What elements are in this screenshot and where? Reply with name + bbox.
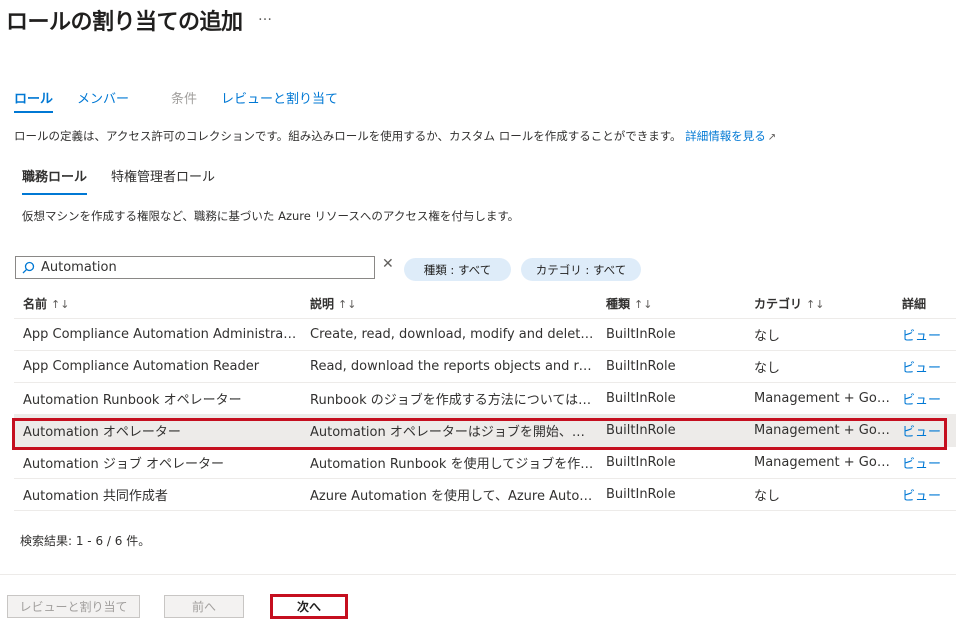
learn-more-link[interactable]: 詳細情報を見る — [685, 129, 766, 143]
role-type: BuiltInRole — [606, 423, 676, 438]
role-name: App Compliance Automation Reader — [23, 359, 260, 374]
previous-button[interactable]: 前へ — [164, 595, 244, 618]
table-row[interactable]: Automation 共同作成者 Azure Automation を使用して、… — [14, 479, 956, 511]
tab-role[interactable]: ロール — [14, 88, 54, 113]
view-link[interactable]: ビュー — [893, 421, 953, 440]
sort-icon: ↑↓ — [338, 298, 357, 311]
tab-members[interactable]: メンバー — [77, 88, 129, 113]
role-description: Read, download the reports objects and r… — [310, 359, 597, 374]
role-definition-description: ロールの定義は、アクセス許可のコレクションです。組み込みロールを使用するか、カス… — [14, 128, 776, 144]
header-name[interactable]: 名前 ↑↓ — [14, 295, 301, 312]
role-name: Automation 共同作成者 — [23, 489, 168, 504]
header-type[interactable]: 種類 ↑↓ — [597, 295, 745, 312]
footer-divider — [0, 574, 956, 575]
role-description: Runbook のジョブを作成する方法については、Runb… — [310, 393, 597, 408]
header-category[interactable]: カテゴリ ↑↓ — [745, 295, 893, 312]
role-type: BuiltInRole — [606, 487, 676, 502]
table-row-selected[interactable]: Automation オペレーター Automation オペレーターはジョブを… — [14, 415, 956, 447]
view-link[interactable]: ビュー — [893, 453, 953, 472]
sort-icon: ↑↓ — [51, 298, 70, 311]
role-type: BuiltInRole — [606, 327, 676, 342]
role-category: なし — [754, 329, 781, 344]
role-type-description: 仮想マシンを作成する権限など、職務に基づいた Azure リソースへのアクセス権… — [22, 209, 520, 223]
role-category: Management + Gov… — [754, 455, 893, 470]
external-link-icon: ↗ — [767, 132, 777, 143]
role-name: Automation Runbook オペレーター — [23, 393, 242, 408]
table-header: 名前 ↑↓ 説明 ↑↓ 種類 ↑↓ カテゴリ ↑↓ 詳細 — [14, 289, 956, 319]
role-name: Automation ジョブ オペレーター — [23, 457, 224, 472]
sort-icon: ↑↓ — [806, 298, 825, 311]
filter-category-pill[interactable]: カテゴリ : すべて — [521, 258, 641, 281]
description-text: ロールの定義は、アクセス許可のコレクションです。組み込みロールを使用するか、カス… — [14, 129, 682, 143]
table-row[interactable]: App Compliance Automation Administrator … — [14, 319, 956, 351]
role-name: App Compliance Automation Administrator — [23, 327, 301, 342]
review-assign-button[interactable]: レビューと割り当て — [7, 595, 140, 618]
sort-icon: ↑↓ — [634, 298, 653, 311]
tab-privileged-admin-roles[interactable]: 特権管理者ロール — [111, 166, 215, 195]
table-row[interactable]: Automation Runbook オペレーター Runbook のジョブを作… — [14, 383, 956, 415]
search-icon — [21, 261, 35, 275]
header-description[interactable]: 説明 ↑↓ — [301, 295, 597, 312]
view-link[interactable]: ビュー — [893, 485, 953, 504]
role-description: Create, read, download, modify and delet… — [310, 327, 597, 342]
role-type-tabs: 職務ロール 特権管理者ロール — [22, 166, 239, 195]
role-category: なし — [754, 489, 781, 504]
clear-search-icon[interactable]: ✕ — [382, 256, 394, 272]
role-name: Automation オペレーター — [23, 425, 181, 440]
role-description: Automation Runbook を使用してジョブを作成お… — [310, 457, 597, 472]
role-category: Management + Gov… — [754, 391, 893, 406]
role-category: なし — [754, 361, 781, 376]
table-row[interactable]: App Compliance Automation Reader Read, d… — [14, 351, 956, 383]
search-input[interactable] — [41, 260, 361, 275]
tab-conditions: 条件 — [171, 92, 198, 107]
page-title: ロールの割り当ての追加 — [6, 10, 243, 35]
table-row[interactable]: Automation ジョブ オペレーター Automation Runbook… — [14, 447, 956, 479]
role-description: Automation オペレーターはジョブを開始、停止、中… — [310, 425, 597, 440]
next-button[interactable]: 次へ — [270, 594, 348, 619]
tab-review-assign[interactable]: レビューと割り当て — [221, 88, 338, 113]
more-options-icon[interactable]: … — [258, 8, 273, 24]
wizard-tabs: ロール メンバー 条件 レビューと割り当て — [14, 88, 362, 113]
search-box — [15, 256, 375, 279]
header-details: 詳細 — [902, 297, 927, 311]
role-description: Azure Automation を使用して、Azure Automa… — [310, 489, 597, 504]
view-link[interactable]: ビュー — [893, 325, 953, 344]
role-type: BuiltInRole — [606, 359, 676, 374]
filter-type-pill[interactable]: 種類 : すべて — [404, 258, 511, 281]
view-link[interactable]: ビュー — [893, 389, 953, 408]
view-link[interactable]: ビュー — [893, 357, 953, 376]
role-type: BuiltInRole — [606, 391, 676, 406]
tab-job-function-roles[interactable]: 職務ロール — [22, 166, 88, 195]
role-type: BuiltInRole — [606, 455, 676, 470]
search-result-count: 検索結果: 1 - 6 / 6 件。 — [20, 534, 151, 548]
roles-table: 名前 ↑↓ 説明 ↑↓ 種類 ↑↓ カテゴリ ↑↓ 詳細 App Compliance … — [14, 289, 956, 511]
role-category: Management + Gov… — [754, 423, 893, 438]
